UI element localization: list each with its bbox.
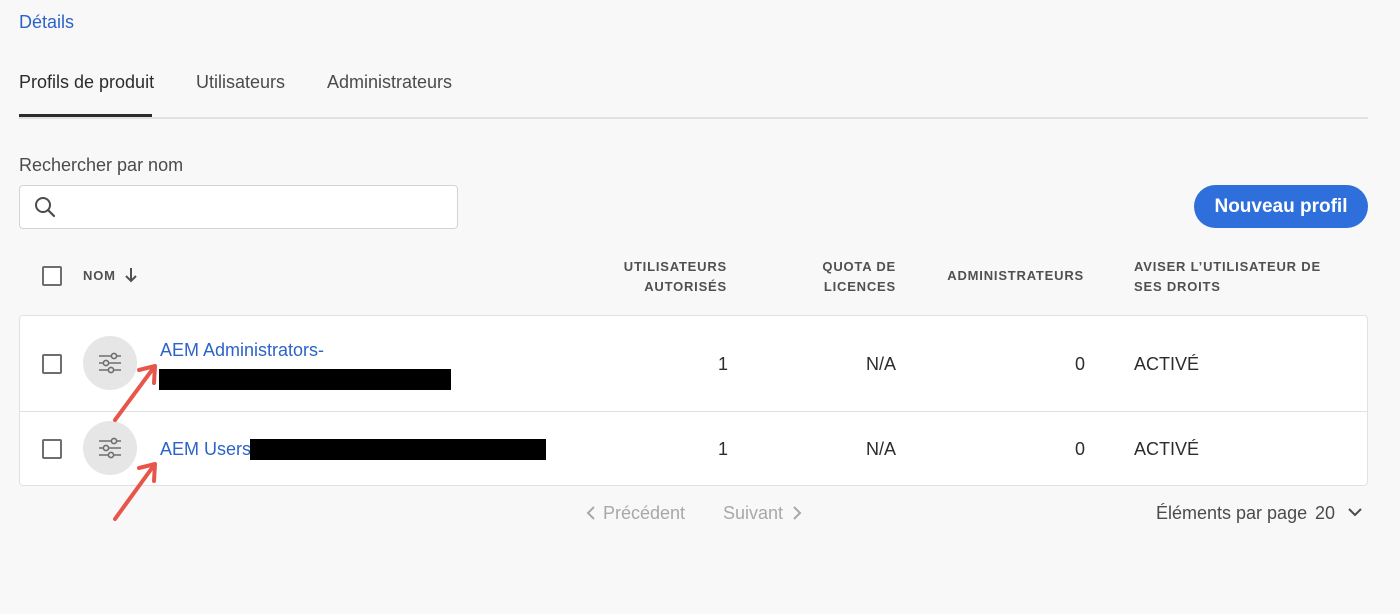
row-checkbox[interactable] <box>42 439 62 459</box>
column-header-notify-user: AVISER L’UTILISATEUR DE SES DROITS <box>1134 257 1364 297</box>
administrators-value: 0 <box>1074 354 1085 374</box>
previous-page-label: Précédent <box>603 503 686 523</box>
search-label: Rechercher par nom <box>19 155 184 175</box>
column-header-name[interactable]: NOM <box>83 266 138 286</box>
sort-descending-icon <box>125 268 137 283</box>
next-page-label: Suivant <box>723 503 784 523</box>
row-divider <box>20 411 1367 412</box>
items-per-page-select[interactable]: 20 <box>1315 503 1362 524</box>
chevron-down-icon <box>1348 508 1362 517</box>
authorized-users-value: 1 <box>717 439 728 459</box>
details-link[interactable]: Détails <box>19 12 74 33</box>
previous-page-button[interactable]: Précédent <box>585 503 685 524</box>
profile-name-link[interactable]: AEM Administrators- <box>160 340 324 361</box>
items-per-page-label: Éléments par page <box>1156 503 1308 523</box>
chevron-left-icon <box>586 506 595 520</box>
tab-users[interactable]: Utilisateurs <box>196 70 285 117</box>
column-header-authorized-users: UTILISATEURS AUTORISÉS <box>587 257 727 297</box>
column-header-authorized-users-line2: AUTORISÉS <box>644 279 727 294</box>
sliders-icon <box>99 437 121 459</box>
profile-avatar <box>83 336 137 390</box>
row-checkbox[interactable] <box>42 354 62 374</box>
items-per-page-value: 20 <box>1315 503 1336 523</box>
new-profile-button[interactable]: Nouveau profil <box>1194 185 1368 228</box>
profile-avatar <box>83 421 137 475</box>
authorized-users-value: 1 <box>717 354 728 374</box>
administrators-value: 0 <box>1074 439 1085 459</box>
license-quota-value: N/A <box>865 354 896 374</box>
notify-status-value: ACTIVÉ <box>1134 439 1200 459</box>
notify-status-value: ACTIVÉ <box>1134 354 1200 374</box>
select-all-checkbox[interactable] <box>42 266 62 286</box>
tab-administrators[interactable]: Administrateurs <box>327 70 452 117</box>
column-header-name-label: NOM <box>83 268 116 283</box>
chevron-right-icon <box>793 506 802 520</box>
license-quota-value: N/A <box>865 439 896 459</box>
column-header-administrators: ADMINISTRATEURS <box>947 268 1084 283</box>
active-tab-indicator <box>19 114 152 117</box>
redaction-bar <box>250 439 546 460</box>
column-header-notify-user-line2: SES DROITS <box>1134 279 1221 294</box>
profile-name-link[interactable]: AEM Users- <box>160 439 257 460</box>
search-icon <box>35 197 56 218</box>
column-header-license-quota: QUOTA DE LICENCES <box>776 257 896 297</box>
search-field[interactable] <box>19 185 458 229</box>
column-header-license-quota-line2: LICENCES <box>823 279 896 294</box>
next-page-button[interactable]: Suivant <box>723 503 803 524</box>
search-input[interactable] <box>64 192 448 222</box>
column-header-authorized-users-line1: UTILISATEURS <box>623 259 727 274</box>
column-header-notify-user-line1: AVISER L’UTILISATEUR DE <box>1134 259 1321 274</box>
redaction-bar <box>159 369 451 390</box>
tab-bar: Profils de produit Utilisateurs Administ… <box>19 70 1368 119</box>
tab-product-profiles[interactable]: Profils de produit <box>19 70 154 117</box>
column-header-license-quota-line1: QUOTA DE <box>822 259 896 274</box>
sliders-icon <box>99 352 121 374</box>
